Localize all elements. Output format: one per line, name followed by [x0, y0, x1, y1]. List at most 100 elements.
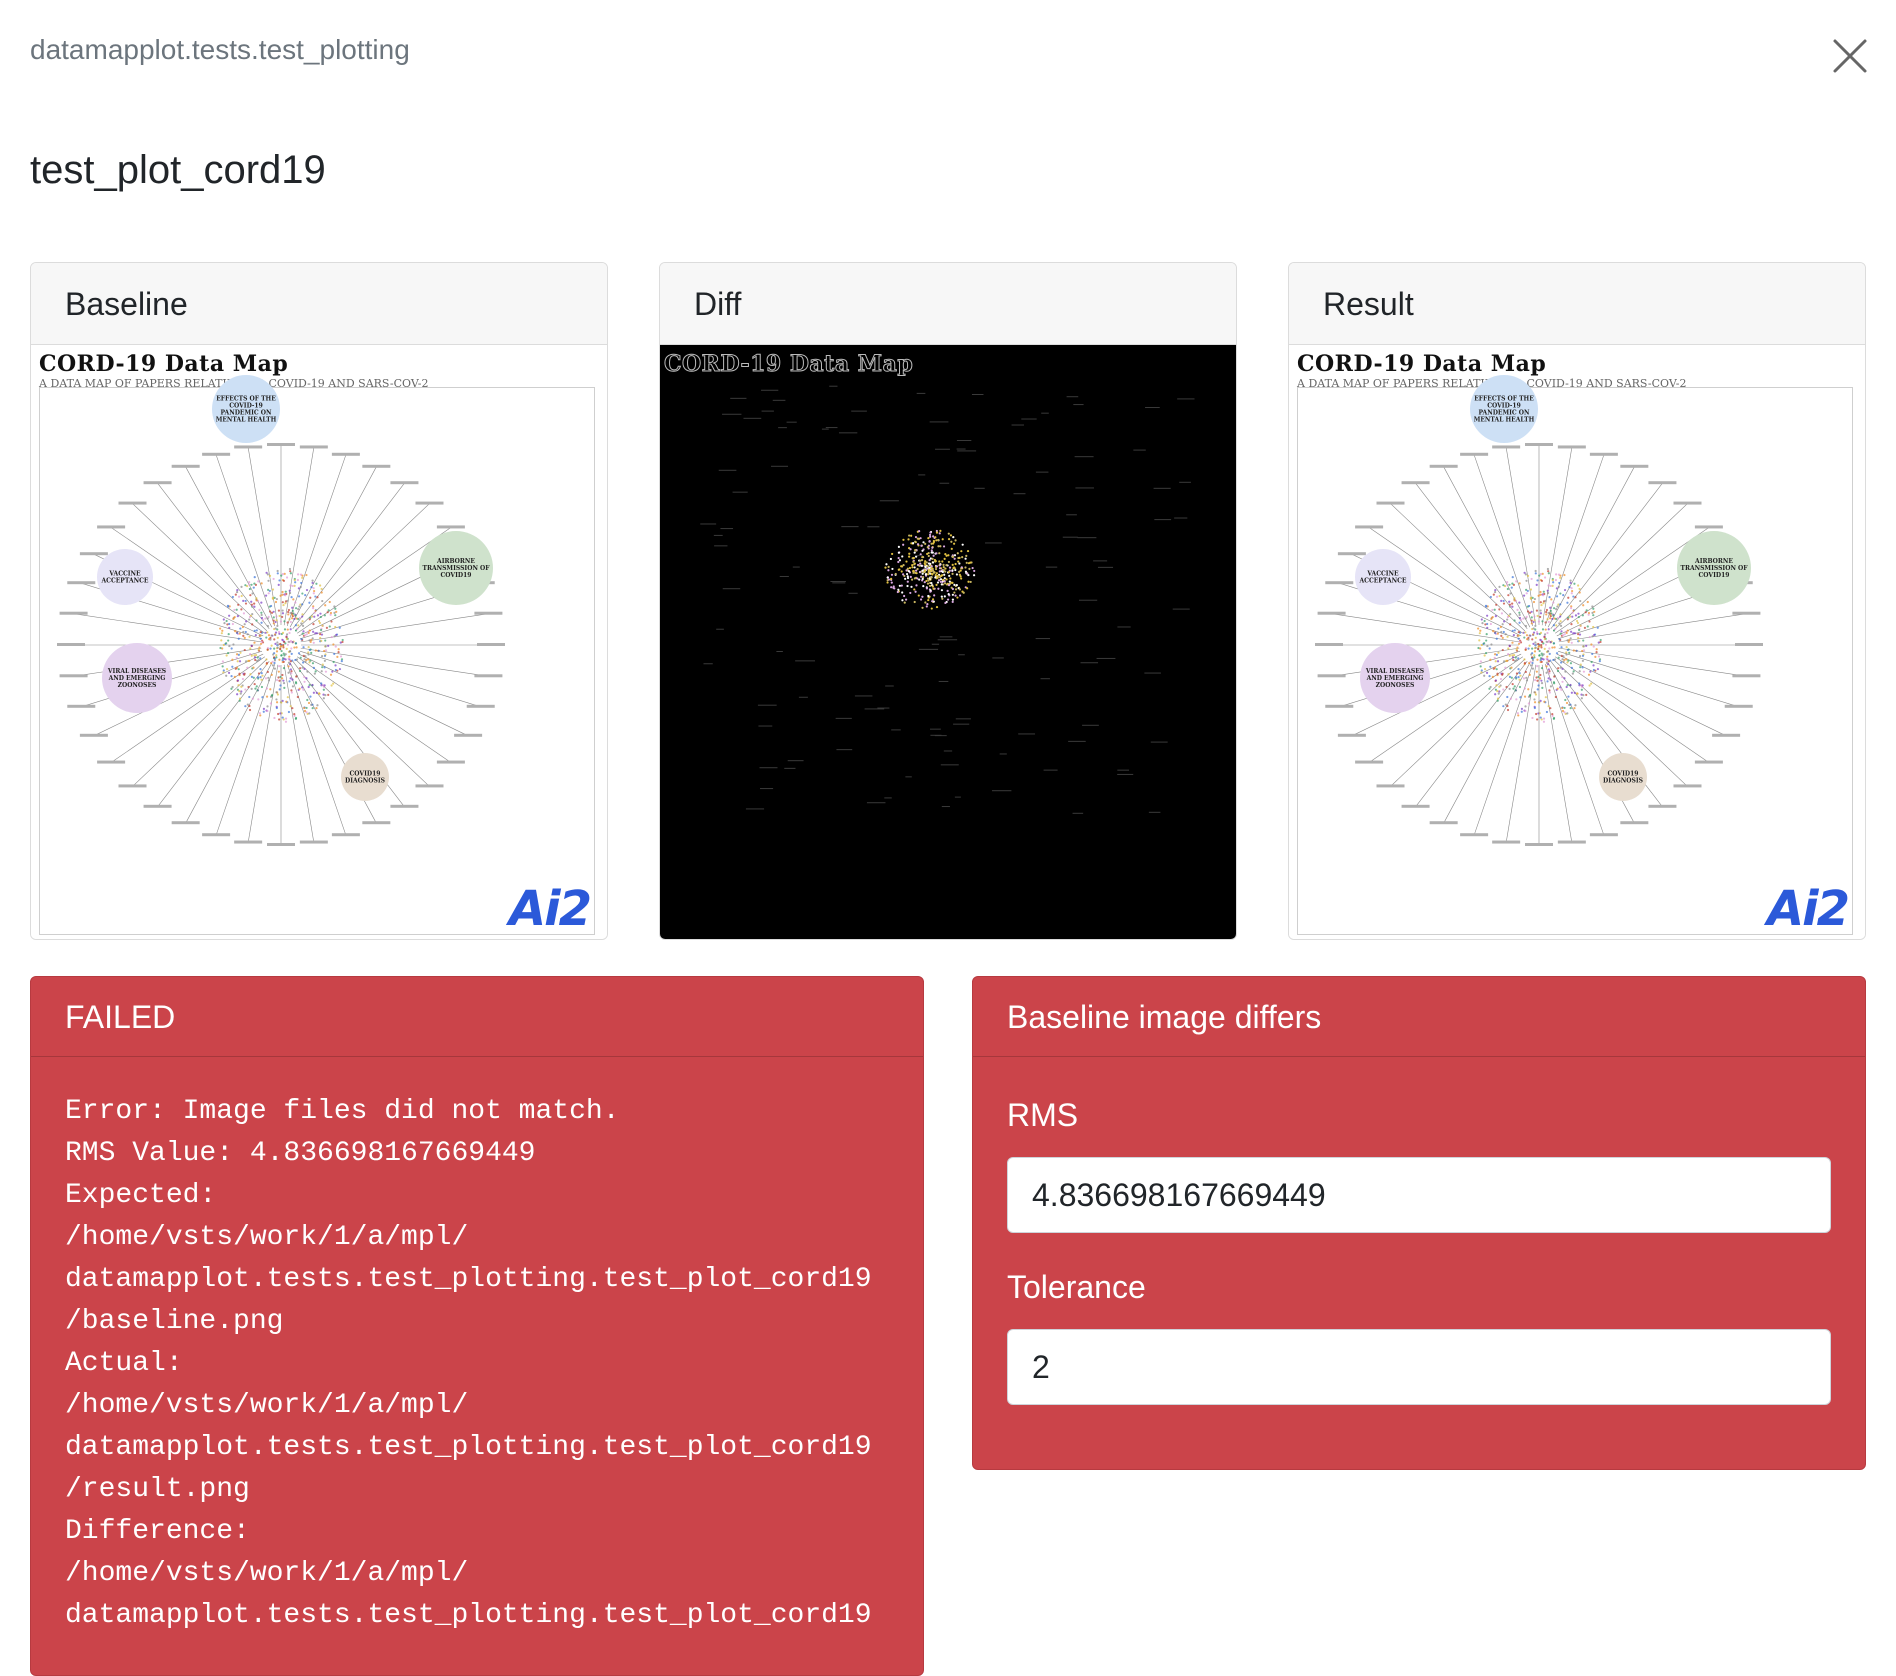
- baseline-image[interactable]: CORD-19 Data Map A DATA MAP OF PAPERS RE…: [31, 345, 607, 939]
- data-point: [1544, 643, 1547, 646]
- data-point: [311, 662, 315, 665]
- close-button[interactable]: [1832, 38, 1868, 74]
- diff-pixel: [886, 576, 889, 579]
- data-point: [1573, 707, 1576, 710]
- leader-line: [300, 647, 489, 677]
- data-point: [307, 701, 311, 705]
- rms-label: RMS: [1007, 1097, 1079, 1133]
- diff-pixel: [927, 579, 930, 582]
- diff-pixel: [1097, 566, 1114, 568]
- diff-pixel: [923, 569, 926, 572]
- data-point: [298, 687, 301, 690]
- data-point: [303, 706, 306, 710]
- data-point: [256, 656, 259, 659]
- data-point: [235, 656, 238, 659]
- data-point: [1516, 712, 1520, 715]
- diff-image[interactable]: CORD-19 Data Map: [660, 345, 1236, 939]
- result-image[interactable]: CORD-19 Data Map A DATA MAP OF PAPERS RE…: [1289, 345, 1865, 939]
- data-point: [302, 630, 305, 633]
- data-point: [1570, 641, 1573, 644]
- topic-label-mark: [1315, 643, 1343, 646]
- data-point: [313, 589, 316, 593]
- diff-pixel: [924, 563, 927, 566]
- data-point: [1569, 615, 1572, 618]
- diff-pixel: [947, 560, 950, 564]
- diff-pixel: [897, 560, 900, 564]
- data-point: [1517, 637, 1520, 640]
- data-point: [1585, 644, 1588, 647]
- data-point: [219, 627, 222, 630]
- topic-label-mark: [97, 760, 126, 764]
- data-point: [1556, 605, 1559, 608]
- data-point: [286, 599, 289, 602]
- topic-label-mark: [202, 833, 231, 837]
- error-message: Error: Image files did not match. RMS Va…: [65, 1096, 872, 1631]
- data-point: [289, 572, 292, 575]
- topic-label-mark: [57, 643, 85, 646]
- diff-pixel: [934, 536, 937, 539]
- topic-label-mark: [1557, 445, 1586, 449]
- topic-bubble-label: COVID19: [1608, 771, 1639, 778]
- diff-pixel: [906, 584, 909, 588]
- diff-pixel: [913, 566, 916, 569]
- topic-label-mark: [118, 501, 147, 505]
- leader-line: [1541, 447, 1573, 626]
- data-point: [310, 586, 313, 589]
- data-point: [301, 632, 304, 635]
- diff-pixel: [913, 577, 916, 580]
- diff-pixel: [971, 393, 984, 395]
- data-point: [1530, 616, 1533, 619]
- data-point: [1499, 625, 1502, 629]
- diff-pixel: [887, 578, 891, 581]
- data-point: [1477, 627, 1480, 630]
- data-point: [249, 673, 252, 676]
- data-point: [252, 666, 255, 669]
- diff-pixel: [958, 654, 965, 656]
- data-point: [292, 612, 295, 615]
- data-point: [289, 570, 292, 573]
- data-point: [1501, 648, 1504, 652]
- tolerance-input[interactable]: [1007, 1329, 1831, 1405]
- data-point: [1552, 581, 1555, 584]
- data-point: [1501, 636, 1504, 639]
- topic-bubble-label: EFFECTS OF THE: [216, 396, 276, 403]
- data-point: [313, 672, 316, 675]
- data-point: [277, 643, 280, 646]
- leader-line: [297, 656, 452, 763]
- diff-pixel: [915, 572, 918, 575]
- data-point: [1583, 626, 1587, 629]
- topic-label-mark: [67, 581, 96, 585]
- diff-pixel: [835, 717, 852, 719]
- diff-pixel: [934, 567, 938, 571]
- data-point: [277, 609, 281, 612]
- data-point: [1522, 617, 1525, 620]
- rms-input[interactable]: [1007, 1157, 1831, 1233]
- diff-pixel: [918, 564, 921, 567]
- data-point: [268, 574, 272, 577]
- data-point: [1514, 689, 1517, 692]
- data-point: [338, 626, 341, 629]
- diff-pixel: [1040, 678, 1050, 680]
- data-point: [333, 652, 336, 656]
- data-point: [1530, 577, 1533, 581]
- topic-label-mark: [1317, 611, 1346, 615]
- data-point: [260, 616, 264, 620]
- data-point: [1503, 620, 1506, 623]
- data-point: [1506, 635, 1509, 638]
- topic-label-mark: [1376, 501, 1405, 505]
- data-point: [1548, 647, 1551, 650]
- diff-pixel: [908, 534, 911, 537]
- data-point: [269, 647, 272, 650]
- diff-pixel: [927, 598, 930, 602]
- data-point: [1492, 630, 1495, 633]
- data-point: [271, 588, 275, 591]
- leader-line: [1505, 664, 1537, 843]
- data-point: [280, 649, 283, 653]
- data-point: [258, 646, 261, 649]
- data-point: [1563, 588, 1567, 592]
- topic-label-mark: [1355, 525, 1384, 529]
- data-point: [1531, 659, 1535, 662]
- diff-pixel: [951, 593, 954, 596]
- diff-pixel: [921, 549, 924, 552]
- diff-pixel: [954, 539, 957, 542]
